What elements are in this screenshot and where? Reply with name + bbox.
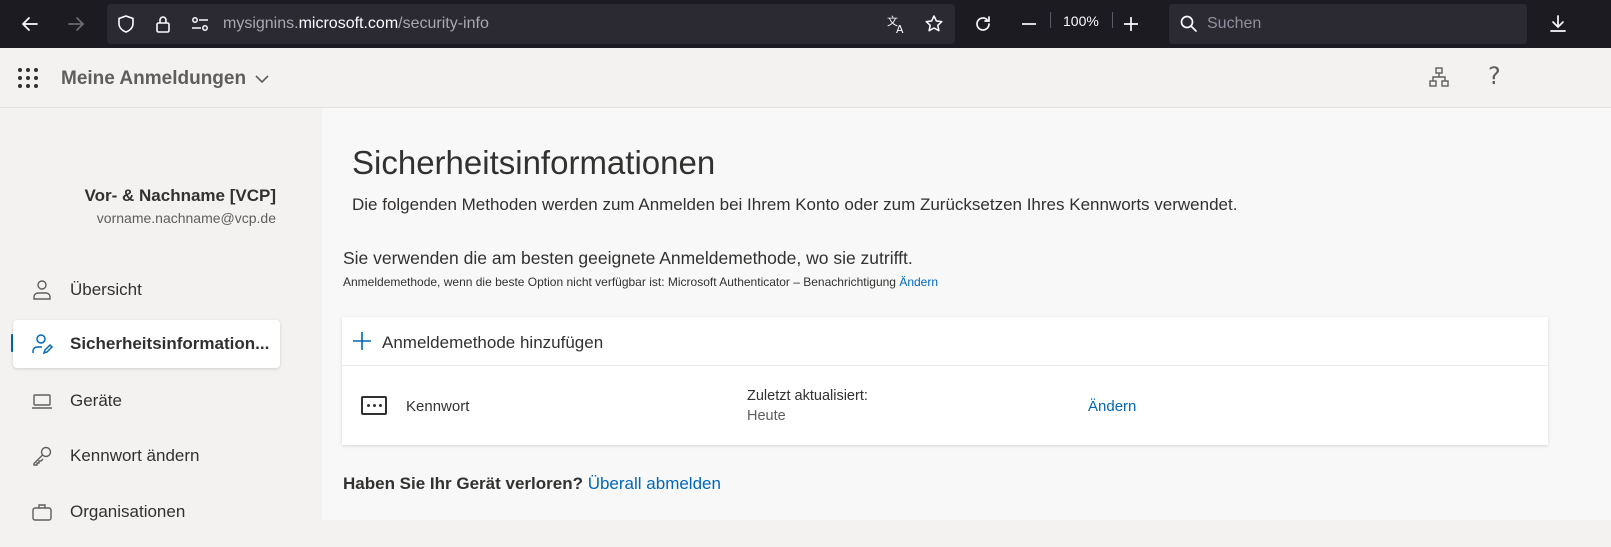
last-updated-value: Heute [747, 408, 786, 424]
method-name: Kennwort [406, 398, 470, 415]
app-header: Meine Anmeldungen ? [0, 48, 1611, 108]
person-icon [33, 280, 51, 300]
arrow-right-icon [68, 17, 84, 31]
page-description: Die folgenden Methoden werden zum Anmeld… [352, 195, 1238, 214]
password-icon [361, 396, 387, 415]
url-text[interactable]: mysignins.microsoft.com/security-info [223, 15, 489, 33]
default-method-info: Anmeldemethode, wenn die beste Option ni… [343, 275, 938, 289]
search-icon [1180, 15, 1197, 32]
person-edit-icon [32, 334, 54, 355]
key-icon [33, 446, 52, 466]
forward-button[interactable] [60, 8, 92, 40]
help-icon[interactable]: ? [1488, 62, 1501, 90]
methods-card: Anmeldemethode hinzufügen Kennwort Zulet… [342, 317, 1548, 445]
page-title: Sicherheitsinformationen [352, 144, 716, 181]
change-default-method-link[interactable]: Ändern [899, 275, 938, 289]
sidebar-item-label: Übersicht [70, 280, 142, 299]
sign-out-everywhere-link[interactable]: Überall abmelden [588, 474, 721, 493]
user-name: Vor- & Nachname [VCP] [84, 186, 276, 205]
plus-icon [1124, 17, 1138, 31]
plus-icon [353, 332, 371, 350]
zoom-separator [1050, 12, 1051, 28]
bottom-strip [322, 520, 1611, 547]
download-icon [1550, 15, 1566, 32]
sidebar-item-security-info[interactable]: Sicherheitsinformation... [13, 320, 280, 368]
method-row: Kennwort Zuletzt aktualisiert: Heute Änd… [342, 366, 1548, 445]
back-button[interactable] [14, 8, 46, 40]
sidebar-item-organizations[interactable]: Organisationen [13, 488, 280, 536]
url-path: /security-info [398, 15, 489, 32]
url-host: microsoft.com [298, 15, 399, 32]
main-content: Sicherheitsinformationen Die folgenden M… [322, 108, 1611, 520]
reload-icon [976, 16, 990, 31]
search-input[interactable]: Suchen [1169, 4, 1527, 44]
downloads-button[interactable] [1542, 8, 1574, 40]
zoom-separator [1112, 12, 1113, 28]
sidebar-item-label: Geräte [70, 391, 122, 410]
address-bar[interactable]: mysignins.microsoft.com/security-info 文A [107, 4, 955, 44]
sidebar-item-change-password[interactable]: Kennwort ändern [13, 432, 280, 480]
default-method-text: Anmeldemethode, wenn die beste Option ni… [343, 275, 896, 289]
shield-icon[interactable] [114, 12, 138, 36]
user-email: vorname.nachname@vcp.de [96, 210, 276, 226]
sidebar-item-overview[interactable]: Übersicht [13, 266, 280, 314]
sidebar-item-devices[interactable]: Geräte [13, 377, 280, 425]
reload-button[interactable] [967, 8, 999, 40]
change-password-link[interactable]: Ändern [1088, 398, 1136, 415]
permissions-icon[interactable] [188, 12, 212, 36]
sidebar-item-label: Organisationen [70, 502, 186, 521]
zoom-level[interactable]: 100% [1063, 13, 1099, 29]
lock-icon[interactable] [151, 12, 175, 36]
sidebar-item-label: Sicherheitsinformation... [70, 334, 270, 353]
sidebar: Vor- & Nachname [VCP] vorname.nachname@v… [0, 108, 322, 547]
lost-device-question: Haben Sie Ihr Gerät verloren? [343, 474, 583, 493]
add-method-button[interactable]: Anmeldemethode hinzufügen [342, 317, 1548, 366]
arrow-left-icon [22, 17, 38, 31]
zoom-in-button[interactable] [1115, 8, 1147, 40]
zoom-out-button[interactable] [1013, 8, 1045, 40]
laptop-icon [32, 394, 52, 409]
minus-icon [1022, 23, 1036, 25]
default-method-heading: Sie verwenden die am besten geeignete An… [343, 248, 913, 268]
app-title[interactable]: Meine Anmeldungen [61, 68, 246, 90]
browser-toolbar: mysignins.microsoft.com/security-info 文A… [0, 0, 1611, 48]
chevron-down-icon[interactable] [253, 70, 271, 88]
add-method-label: Anmeldemethode hinzufügen [382, 333, 604, 352]
sidebar-item-label: Kennwort ändern [70, 446, 200, 465]
url-prefix: mysignins. [223, 15, 299, 32]
lost-device-row: Haben Sie Ihr Gerät verloren? Überall ab… [343, 474, 721, 494]
organization-icon[interactable] [1428, 66, 1450, 88]
translate-icon[interactable]: 文A [885, 12, 909, 36]
app-launcher-icon[interactable] [18, 68, 38, 88]
svg-text:A: A [896, 23, 904, 35]
search-placeholder: Suchen [1207, 15, 1262, 32]
briefcase-icon [32, 504, 52, 521]
bookmark-star-icon[interactable] [922, 12, 946, 36]
last-updated-label: Zuletzt aktualisiert: [747, 388, 868, 404]
